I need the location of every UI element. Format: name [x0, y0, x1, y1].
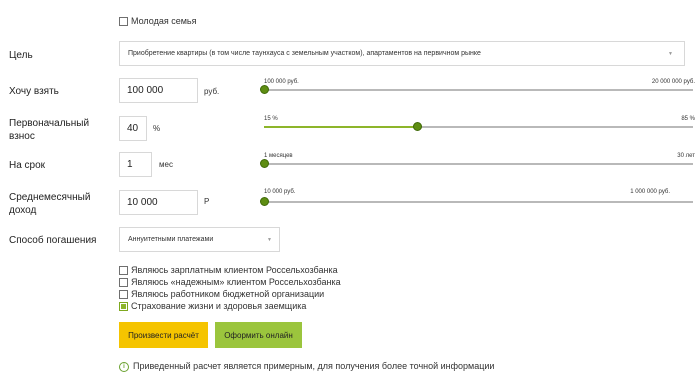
notice-text: Приведенный расчет является примерным, д…: [133, 361, 495, 371]
option-label-insurance: Страхование жизни и здоровья заемщика: [131, 301, 307, 311]
down-payment-value: 40: [127, 123, 139, 134]
income-unit: Р: [204, 197, 210, 206]
option-label-reliable: Являюсь «надежным» клиентом Россельхозба…: [131, 277, 341, 287]
term-max-label: 30 лет: [677, 153, 695, 159]
down-payment-slider-fill: [264, 126, 418, 128]
term-input[interactable]: 1: [119, 152, 152, 177]
down-payment-min-label: 15 %: [264, 116, 278, 122]
young-family-label: Молодая семья: [131, 16, 197, 26]
purpose-select[interactable]: Приобретение квартиры (в том числе таунх…: [119, 41, 685, 66]
purpose-value: Приобретение квартиры (в том числе таунх…: [128, 50, 481, 57]
income-slider-track[interactable]: [264, 201, 693, 203]
term-label: На срок: [9, 160, 46, 171]
amount-unit: руб.: [204, 87, 220, 96]
income-value: 10 000: [127, 197, 158, 208]
repayment-label: Способ погашения: [9, 235, 97, 246]
amount-label: Хочу взять: [9, 86, 59, 97]
chevron-down-icon: ▼: [668, 51, 673, 57]
term-slider-track[interactable]: [264, 163, 693, 165]
term-slider-handle[interactable]: [260, 159, 269, 168]
term-unit: мес: [159, 160, 173, 169]
amount-max-label: 20 000 000 руб.: [651, 79, 695, 85]
info-icon: i: [119, 362, 129, 372]
amount-slider-handle[interactable]: [260, 85, 269, 94]
option-checkbox-budget[interactable]: [119, 290, 128, 299]
income-label-line2: доход: [9, 205, 37, 216]
income-label: Среднемесячный доход: [9, 191, 90, 217]
term-min-label: 1 месяцев: [264, 153, 293, 159]
option-label-budget: Являюсь работником бюджетной организации: [131, 289, 325, 299]
income-input[interactable]: 10 000: [119, 190, 198, 215]
down-payment-slider-handle[interactable]: [413, 122, 423, 131]
chevron-down-icon: ▼: [267, 237, 272, 243]
down-payment-label-line1: Первоначальный: [9, 118, 90, 129]
term-value: 1: [127, 159, 133, 170]
income-max-label: 1 000 000 руб.: [630, 189, 670, 195]
option-checkbox-insurance[interactable]: [119, 302, 128, 311]
option-checkbox-reliable[interactable]: [119, 278, 128, 287]
income-min-label: 10 000 руб.: [264, 189, 296, 195]
down-payment-max-label: 85 %: [681, 116, 695, 122]
income-slider-handle[interactable]: [260, 197, 269, 206]
calculate-button[interactable]: Произвести расчёт: [119, 322, 208, 348]
apply-online-button[interactable]: Оформить онлайн: [215, 322, 302, 348]
young-family-checkbox[interactable]: [119, 17, 128, 26]
repayment-select[interactable]: Аннуитетными платежами: [119, 227, 280, 252]
purpose-label: Цель: [9, 50, 33, 61]
option-label-salary: Являюсь зарплатным клиентом Россельхозба…: [131, 265, 338, 275]
down-payment-input[interactable]: 40: [119, 116, 147, 141]
amount-min-label: 100 000 руб.: [264, 79, 299, 85]
down-payment-label-line2: взнос: [9, 131, 35, 142]
repayment-value: Аннуитетными платежами: [128, 236, 214, 243]
amount-input[interactable]: 100 000: [119, 78, 198, 103]
amount-slider-track[interactable]: [264, 89, 693, 91]
down-payment-unit: %: [153, 124, 161, 133]
option-checkbox-salary[interactable]: [119, 266, 128, 275]
down-payment-label: Первоначальный взнос: [9, 117, 89, 143]
income-label-line1: Среднемесячный: [9, 192, 91, 203]
amount-value: 100 000: [127, 85, 164, 96]
